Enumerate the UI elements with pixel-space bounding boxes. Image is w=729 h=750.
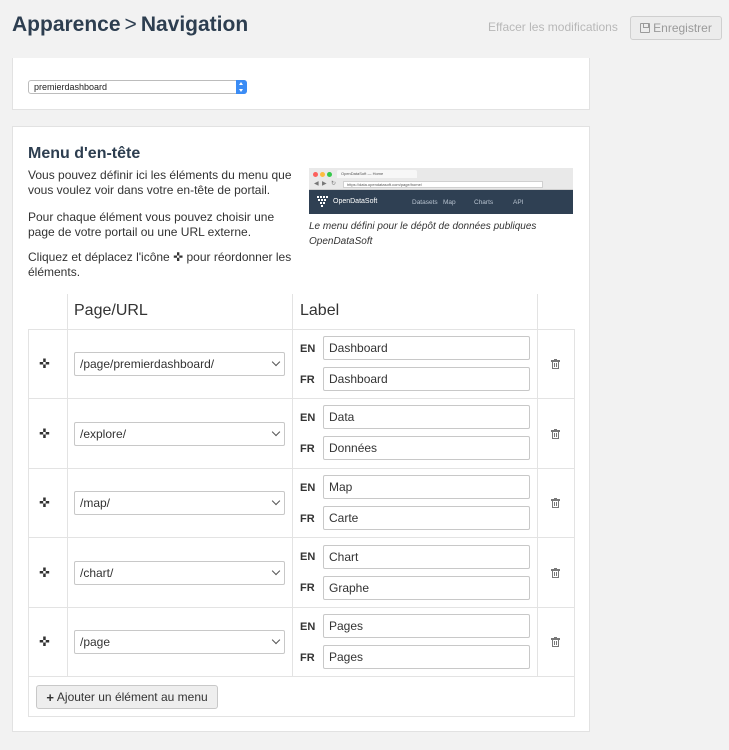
- breadcrumb-root[interactable]: Apparence: [12, 13, 121, 36]
- column-header-label: Label: [300, 302, 340, 319]
- minimize-dot-icon: [320, 172, 325, 177]
- top-bar: Apparence > Navigation Effacer les modific…: [0, 0, 729, 58]
- close-dot-icon: [313, 172, 318, 177]
- page-url-value: /explore/: [80, 427, 127, 441]
- table-row: ✜ /page EN Pages FR Pages: [28, 607, 574, 677]
- breadcrumb: Apparence > Navigation: [12, 13, 248, 37]
- dashboard-select[interactable]: premierdashboard: [28, 80, 247, 94]
- choice-text: Pour chaque élément vous pouvez choisir …: [28, 210, 275, 239]
- page-url-value: /page/premierdashboard/: [80, 357, 215, 371]
- trash-icon[interactable]: [551, 429, 560, 439]
- table-row: ✜ /explore/ EN Data FR Données: [28, 398, 574, 468]
- discard-changes-link[interactable]: Effacer les modifications: [488, 20, 618, 34]
- lang-code-en: EN: [300, 412, 316, 424]
- drag-help-text: Cliquez et déplacez l'icône ✜ pour réord…: [28, 250, 298, 280]
- lang-code-en: EN: [300, 343, 316, 355]
- lang-code-fr: FR: [300, 652, 315, 664]
- label-en-input[interactable]: Dashboard: [323, 336, 530, 360]
- label-en-input[interactable]: Pages: [323, 614, 530, 638]
- chevron-down-icon: [271, 496, 281, 506]
- browser-tab: OpenDataSoft — Home: [337, 170, 417, 178]
- trash-icon[interactable]: [551, 568, 560, 578]
- page-url-select[interactable]: /explore/: [74, 422, 285, 446]
- lang-code-fr: FR: [300, 443, 315, 455]
- move-arrows-icon[interactable]: ✜: [39, 496, 50, 509]
- preview-caption: Le menu défini pour le dépôt de données …: [309, 221, 537, 247]
- lang-code-en: EN: [300, 551, 316, 563]
- page-url-select[interactable]: /page/premierdashboard/: [74, 352, 285, 376]
- label-fr-input[interactable]: Carte: [323, 506, 530, 530]
- page-url-select[interactable]: /page: [74, 630, 285, 654]
- page-url-select[interactable]: /map/: [74, 491, 285, 515]
- browser-chrome: OpenDataSoft — Home ◀ ▶ ↻ https://data.o…: [309, 168, 573, 190]
- trash-icon[interactable]: [551, 359, 560, 369]
- move-arrows-icon: ✜: [173, 250, 184, 264]
- move-arrows-icon[interactable]: ✜: [39, 635, 50, 648]
- chevron-down-icon: [271, 566, 281, 576]
- preview-nav-item: API: [513, 199, 524, 206]
- floppy-disk-icon: [640, 23, 651, 33]
- column-header-page: Page/URL: [74, 302, 148, 319]
- dashboard-select-value: premierdashboard: [34, 82, 108, 92]
- trash-icon[interactable]: [551, 637, 560, 647]
- chevron-down-icon: [271, 427, 281, 437]
- page-url-value: /map/: [80, 496, 111, 510]
- label-en-input[interactable]: Data: [323, 405, 530, 429]
- plus-icon: +: [46, 689, 54, 705]
- table-row: ✜ /chart/ EN Chart FR Graphe: [28, 537, 574, 607]
- section-title: Menu d'en-tête: [28, 145, 141, 162]
- reload-icon: ↻: [331, 181, 337, 187]
- maximize-dot-icon: [327, 172, 332, 177]
- chevron-down-icon: [271, 635, 281, 645]
- move-arrows-icon[interactable]: ✜: [39, 357, 50, 370]
- opendatasoft-logo-icon: [317, 196, 329, 208]
- lang-code-en: EN: [300, 621, 316, 633]
- preview-nav-item: Datasets: [412, 199, 438, 206]
- add-menu-item-button[interactable]: + Ajouter un élément au menu: [36, 685, 218, 709]
- label-fr-input[interactable]: Données: [323, 436, 530, 460]
- save-button-label: Enregistrer: [653, 21, 712, 35]
- label-en-input[interactable]: Map: [323, 475, 530, 499]
- table-row: ✜ /map/ EN Map FR Carte: [28, 468, 574, 538]
- drag-help-prefix: Cliquez et déplacez l'icône: [28, 250, 170, 264]
- preview-nav-item: Map: [443, 199, 456, 206]
- breadcrumb-separator: >: [124, 13, 137, 36]
- grid-line: [28, 716, 575, 717]
- preview-brand: OpenDataSoft: [333, 198, 378, 205]
- browser-url: https://data.opendatasoft.com/page/home/: [343, 181, 543, 188]
- move-arrows-icon[interactable]: ✜: [39, 566, 50, 579]
- label-en-input[interactable]: Chart: [323, 545, 530, 569]
- preview-nav-item: Charts: [474, 199, 494, 206]
- table-row: ✜ /page/premierdashboard/ EN Dashboard F…: [28, 329, 574, 399]
- page-url-value: /chart/: [80, 566, 114, 580]
- lang-code-fr: FR: [300, 582, 315, 594]
- breadcrumb-current: Navigation: [140, 13, 249, 36]
- back-arrow-icon: ◀: [314, 181, 319, 187]
- intro-text: Vous pouvez définir ici les éléments du …: [28, 168, 292, 197]
- select-arrows-icon: [236, 80, 247, 94]
- forward-arrow-icon: ▶: [322, 181, 327, 187]
- move-arrows-icon[interactable]: ✜: [39, 427, 50, 440]
- chevron-down-icon: [271, 357, 281, 367]
- page-url-value: /page: [80, 635, 111, 649]
- add-menu-item-label: Ajouter un élément au menu: [56, 690, 208, 704]
- lang-code-fr: FR: [300, 513, 315, 525]
- lang-code-fr: FR: [300, 374, 315, 386]
- page-url-select[interactable]: /chart/: [74, 561, 285, 585]
- label-fr-input[interactable]: Dashboard: [323, 367, 530, 391]
- grid-line: [574, 329, 575, 717]
- label-fr-input[interactable]: Graphe: [323, 576, 530, 600]
- save-button[interactable]: Enregistrer: [630, 16, 722, 40]
- lang-code-en: EN: [300, 482, 316, 494]
- trash-icon[interactable]: [551, 498, 560, 508]
- label-fr-input[interactable]: Pages: [323, 645, 530, 669]
- menu-preview-image: OpenDataSoft — Home ◀ ▶ ↻ https://data.o…: [309, 168, 573, 214]
